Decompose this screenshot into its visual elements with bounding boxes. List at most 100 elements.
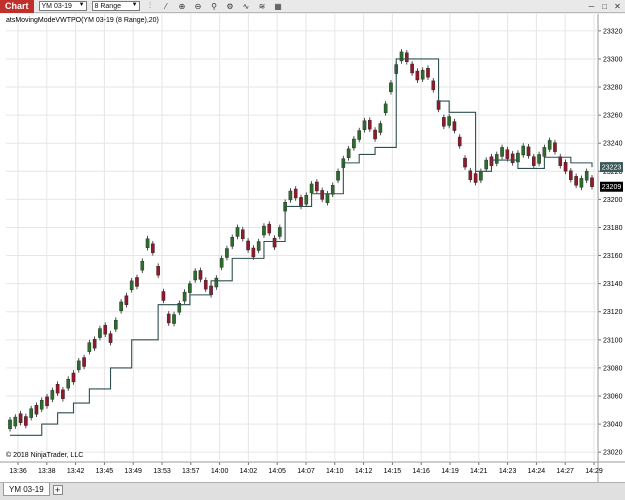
chart-tab[interactable]: Chart — [0, 0, 34, 13]
candle-body — [188, 283, 192, 293]
candle-body — [590, 177, 594, 187]
candle-body — [92, 339, 97, 349]
candle-body — [225, 248, 229, 258]
draw-line-icon[interactable]: ⁄ — [161, 1, 172, 12]
candle-body — [553, 142, 557, 152]
x-tick-label: 13:36 — [9, 468, 27, 475]
indicators-icon[interactable]: ∿ — [241, 1, 252, 12]
templates-icon[interactable]: ≋ — [257, 1, 268, 12]
candle-body — [500, 147, 504, 157]
candle-body — [346, 148, 351, 159]
candle-body — [156, 266, 160, 276]
candle-body — [288, 190, 293, 201]
candle-body — [383, 103, 388, 114]
candle-body — [145, 238, 150, 248]
chevron-down-icon: ▼ — [78, 2, 85, 8]
candle-body — [193, 270, 197, 281]
candle-body — [378, 123, 383, 133]
candle-body — [457, 136, 462, 147]
x-tick-label: 14:00 — [211, 468, 229, 475]
candle-body — [272, 237, 277, 248]
candle-body — [330, 185, 335, 195]
candle-body — [18, 413, 23, 423]
strategies-icon[interactable]: ⚙ — [225, 1, 236, 12]
candle-body — [569, 170, 573, 180]
maximize-icon[interactable]: □ — [599, 1, 610, 12]
candle-body — [447, 116, 451, 126]
y-tick-label: 23080 — [603, 365, 623, 372]
candle-body — [76, 360, 81, 371]
candle-body — [24, 416, 28, 426]
candle-body — [521, 145, 526, 156]
close-icon[interactable]: ✕ — [612, 1, 623, 12]
chart-toolbar: Chart YM 03-19 ▼ 8 Range ▼ ⫶ ⁄ ⊕ ⊖ ⚲ ⚙ ∿… — [0, 0, 625, 13]
indicator-label: atsMovingModeVWTPO(YM 03-19 (8 Range),20… — [6, 17, 159, 24]
candle-body — [436, 100, 441, 110]
y-tick-label: 23300 — [603, 56, 623, 63]
candle-body — [357, 130, 362, 140]
candle-body — [267, 223, 272, 234]
candle-body — [510, 153, 515, 164]
candle-body — [484, 159, 488, 170]
candle-body — [558, 156, 563, 166]
candle-body — [415, 70, 420, 81]
x-tick-label: 14:05 — [268, 468, 286, 475]
candle-body — [309, 183, 314, 194]
y-tick-label: 23040 — [603, 422, 623, 429]
candle-body — [235, 227, 240, 237]
add-tab-button[interactable]: + — [52, 485, 63, 495]
candle-body — [82, 357, 86, 367]
candle-body — [71, 372, 76, 383]
candle-body — [230, 237, 235, 247]
price-chart[interactable]: 2332023300232802326023240232202320023180… — [0, 14, 625, 482]
instrument-tab[interactable]: YM 03-19 — [3, 483, 50, 496]
candle-body — [537, 154, 541, 164]
bar-type-value: 8 Range — [94, 2, 121, 10]
candle-body — [124, 295, 129, 305]
candle-body — [373, 129, 377, 140]
candle-body — [198, 270, 203, 280]
y-tick-label: 23100 — [603, 337, 623, 344]
properties-icon[interactable]: ⚲ — [209, 1, 220, 12]
candle-body — [182, 291, 187, 302]
candle-body — [278, 227, 282, 237]
candle-body — [87, 342, 92, 352]
x-tick-label: 14:24 — [528, 468, 546, 475]
bar-style-icon[interactable]: ⫶ — [145, 1, 156, 12]
x-tick-label: 13:45 — [96, 468, 114, 475]
candle-body — [114, 319, 118, 330]
x-tick-label: 14:07 — [297, 468, 315, 475]
x-tick-label: 13:42 — [67, 468, 85, 475]
candle-body — [473, 173, 478, 183]
chart-panel[interactable]: 23320 23300 23280 23260 23240 23220 23200 23180… — [0, 14, 625, 482]
chart-tab-bar: YM 03-19 + — [0, 482, 625, 500]
candle-body — [50, 390, 55, 400]
candle-body — [547, 140, 552, 150]
minimize-icon[interactable]: ─ — [586, 1, 597, 12]
candle-body — [140, 260, 145, 271]
y-tick-label: 23240 — [603, 141, 623, 148]
data-box-icon[interactable]: ▦ — [273, 1, 284, 12]
instrument-selector[interactable]: YM 03-19 ▼ — [38, 1, 87, 11]
candle-body — [452, 121, 457, 131]
x-tick-label: 14:12 — [355, 468, 373, 475]
candle-body — [246, 240, 250, 251]
candle-body — [135, 277, 139, 287]
candle-body — [299, 197, 303, 207]
candle-body — [45, 396, 49, 407]
candle-body — [55, 383, 60, 394]
x-tick-label: 14:27 — [556, 468, 574, 475]
bar-type-selector[interactable]: 8 Range ▼ — [91, 1, 140, 11]
candle-body — [542, 147, 547, 157]
candle-body — [219, 258, 224, 268]
candle-body — [129, 280, 134, 291]
candle-body — [468, 170, 473, 180]
candle-body — [251, 247, 256, 258]
candle-body — [526, 146, 531, 157]
x-tick-label: 14:16 — [412, 468, 430, 475]
candle-body — [405, 52, 409, 62]
zoom-in-icon[interactable]: ⊕ — [177, 1, 188, 12]
zoom-out-icon[interactable]: ⊖ — [193, 1, 204, 12]
candle-body — [431, 80, 436, 91]
x-tick-label: 14:29 — [585, 468, 603, 475]
